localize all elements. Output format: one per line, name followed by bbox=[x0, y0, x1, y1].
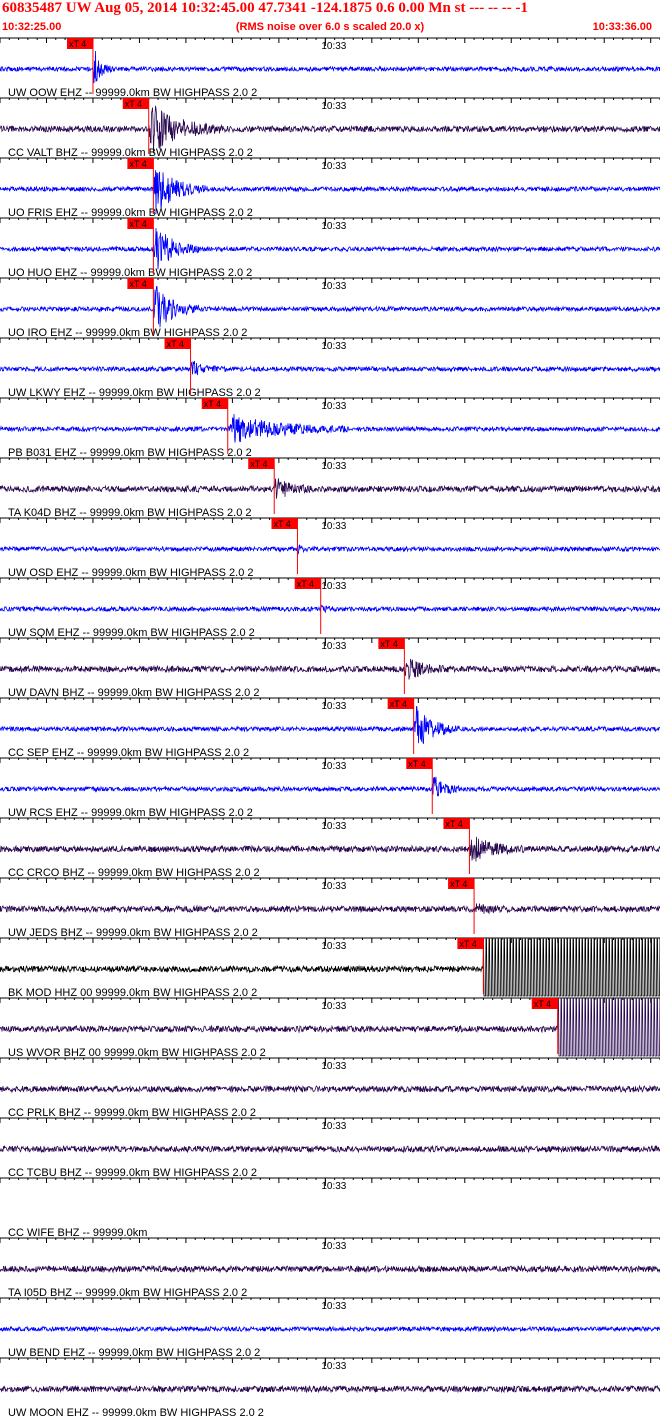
trace-panel: 10:33UW OOW EHZ -- 99999.0km BW HIGHPASS… bbox=[0, 37, 660, 99]
waveform bbox=[0, 360, 660, 376]
trace-panel: 10:33UW OSD EHZ -- 99999.0km BW HIGHPASS… bbox=[0, 517, 660, 579]
station-label: CC WIFE BHZ -- 99999.0km bbox=[8, 1227, 147, 1239]
trace-panel: 10:33CC CRCO BHZ -- 99999.0km BW HIGHPAS… bbox=[0, 817, 660, 879]
station-label: UW DAVN BHZ -- 99999.0km BW HIGHPASS 2.0… bbox=[8, 687, 259, 699]
waveform bbox=[0, 1384, 660, 1394]
station-label: UW MOON EHZ -- 99999.0km BW HIGHPASS 2.0… bbox=[8, 1407, 264, 1418]
pick-label: xT 4 bbox=[390, 699, 407, 709]
trace-panel: 10:33CC SEP EHZ -- 99999.0km BW HIGHPASS… bbox=[0, 697, 660, 759]
station-label: CC VALT BHZ -- 99999.0km BW HIGHPASS 2.0… bbox=[8, 147, 253, 159]
trace-panel: 10:33UW RCS EHZ -- 99999.0km BW HIGHPASS… bbox=[0, 757, 660, 819]
station-label: BK MOD HHZ 00 99999.0km BW HIGHPASS 2.0 … bbox=[8, 987, 257, 999]
waveform bbox=[0, 1144, 660, 1154]
pick-label: xT 4 bbox=[129, 159, 146, 169]
station-label: UO HUO EHZ -- 99999.0km BW HIGHPASS 2.0 … bbox=[8, 267, 252, 279]
trace-panel: 10:33TA I05D BHZ -- 99999.0km BW HIGHPAS… bbox=[0, 1237, 660, 1299]
waveform bbox=[0, 414, 660, 443]
waveform bbox=[0, 903, 660, 915]
trace-panel: 10:33TA K04D BHZ -- 99999.0km BW HIGHPAS… bbox=[0, 457, 660, 519]
trace-panel: 10:33CC PRLK BHZ -- 99999.0km BW HIGHPAS… bbox=[0, 1057, 660, 1119]
pick-label: xT 4 bbox=[129, 219, 146, 229]
waveform bbox=[0, 286, 660, 328]
waveform bbox=[0, 836, 660, 862]
trace-panel: 10:33US WVOR BHZ 00 99999.0km BW HIGHPAS… bbox=[0, 997, 660, 1059]
station-label: PB B031 EHZ -- 99999.0km BW HIGHPASS 2.0… bbox=[8, 447, 252, 459]
trace-panel: 10:33UO FRIS EHZ -- 99999.0km BW HIGHPAS… bbox=[0, 157, 660, 219]
pick-label: xT 4 bbox=[250, 459, 267, 469]
waveform bbox=[0, 604, 660, 614]
trace-panel: 10:33UW BEND EHZ -- 99999.0km BW HIGHPAS… bbox=[0, 1297, 660, 1359]
trace-panel: 10:33PB B031 EHZ -- 99999.0km BW HIGHPAS… bbox=[0, 397, 660, 459]
station-label: US WVOR BHZ 00 99999.0km BW HIGHPASS 2.0… bbox=[8, 1047, 266, 1059]
trace-panel: 10:33CC TCBU BHZ -- 99999.0km BW HIGHPAS… bbox=[0, 1117, 660, 1179]
trace-panel: 10:33UW DAVN BHZ -- 99999.0km BW HIGHPAS… bbox=[0, 637, 660, 699]
waveform bbox=[0, 50, 660, 84]
station-label: UW JEDS BHZ -- 99999.0km BW HIGHPASS 2.0… bbox=[8, 927, 258, 939]
station-label: UW OSD EHZ -- 99999.0km BW HIGHPASS 2.0 … bbox=[8, 567, 254, 579]
waveform bbox=[0, 1084, 660, 1094]
station-label: CC SEP EHZ -- 99999.0km BW HIGHPASS 2.0 … bbox=[8, 747, 249, 759]
waveform bbox=[0, 544, 660, 556]
trace-panel: 10:33CC VALT BHZ -- 99999.0km BW HIGHPAS… bbox=[0, 97, 660, 159]
trace-panel: 10:33BK MOD HHZ 00 99999.0km BW HIGHPASS… bbox=[0, 937, 660, 999]
pick-label: xT 4 bbox=[125, 99, 142, 109]
waveform bbox=[0, 658, 660, 680]
station-label: CC CRCO BHZ -- 99999.0km BW HIGHPASS 2.0… bbox=[8, 867, 260, 879]
pick-label: xT 4 bbox=[459, 939, 476, 949]
pick-label: xT 4 bbox=[167, 339, 184, 349]
pick-label: xT 4 bbox=[534, 999, 551, 1009]
trace-panel: 10:33UW LKWY EHZ -- 99999.0km BW HIGHPAS… bbox=[0, 337, 660, 399]
station-label: UW LKWY EHZ -- 99999.0km BW HIGHPASS 2.0… bbox=[8, 387, 261, 399]
station-label: CC TCBU BHZ -- 99999.0km BW HIGHPASS 2.0… bbox=[8, 1167, 257, 1179]
station-label: UO FRIS EHZ -- 99999.0km BW HIGHPASS 2.0… bbox=[8, 207, 253, 219]
pick-label: xT 4 bbox=[445, 819, 462, 829]
trace-panel: 10:33UW JEDS BHZ -- 99999.0km BW HIGHPAS… bbox=[0, 877, 660, 939]
trace-panel: 10:33UO HUO EHZ -- 99999.0km BW HIGHPASS… bbox=[0, 217, 660, 279]
pick-label: xT 4 bbox=[204, 399, 221, 409]
trace-panel: 10:33UW MOON EHZ -- 99999.0km BW HIGHPAS… bbox=[0, 1357, 660, 1418]
pick-label: xT 4 bbox=[129, 279, 146, 289]
station-label: TA I05D BHZ -- 99999.0km BW HIGHPASS 2.0… bbox=[8, 1287, 247, 1299]
pick-label: xT 4 bbox=[450, 879, 467, 889]
station-label: UW BEND EHZ -- 99999.0km BW HIGHPASS 2.0… bbox=[8, 1347, 260, 1359]
pick-label: xT 4 bbox=[380, 639, 397, 649]
waveform bbox=[0, 478, 660, 499]
pick-label: xT 4 bbox=[408, 759, 425, 769]
seismogram-plot: 10:33UW OOW EHZ -- 99999.0km BW HIGHPASS… bbox=[0, 37, 660, 1418]
waveform bbox=[0, 1264, 660, 1274]
pick-label: xT 4 bbox=[69, 39, 86, 49]
trace-panel: 10:33UW SQM EHZ -- 99999.0km BW HIGHPASS… bbox=[0, 577, 660, 639]
station-label: UW OOW EHZ -- 99999.0km BW HIGHPASS 2.0 … bbox=[8, 87, 257, 99]
waveform bbox=[0, 776, 660, 797]
station-label: UO IRO EHZ -- 99999.0km BW HIGHPASS 2.0 … bbox=[8, 327, 247, 339]
station-label: CC PRLK BHZ -- 99999.0km BW HIGHPASS 2.0… bbox=[8, 1107, 256, 1119]
pick-label: xT 4 bbox=[273, 519, 290, 529]
station-label: TA K04D BHZ -- 99999.0km BW HIGHPASS 2.0… bbox=[8, 507, 252, 519]
trace-panel: 10:33UO IRO EHZ -- 99999.0km BW HIGHPASS… bbox=[0, 277, 660, 339]
station-label: UW RCS EHZ -- 99999.0km BW HIGHPASS 2.0 … bbox=[8, 807, 253, 819]
station-label: UW SQM EHZ -- 99999.0km BW HIGHPASS 2.0 … bbox=[8, 627, 255, 639]
waveform bbox=[0, 1325, 660, 1333]
trace-panel: 10:33CC WIFE BHZ -- 99999.0km bbox=[0, 1177, 660, 1239]
pick-label: xT 4 bbox=[297, 579, 314, 589]
waveform bbox=[0, 228, 660, 270]
